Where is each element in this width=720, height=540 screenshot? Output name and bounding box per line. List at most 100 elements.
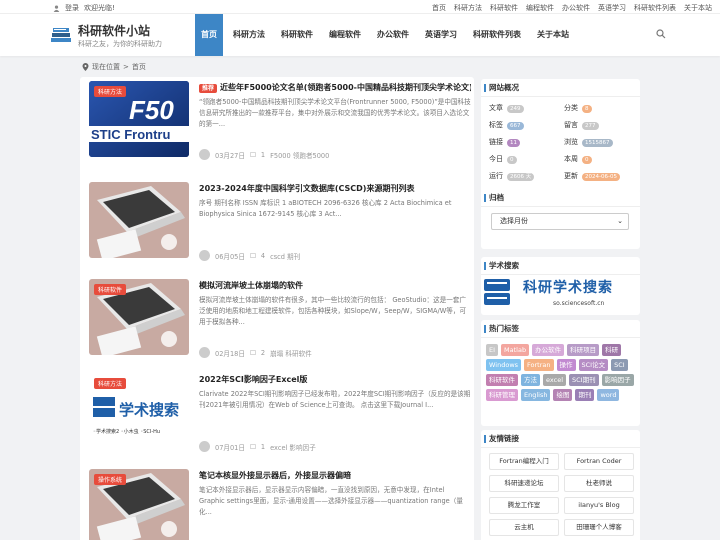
nav-item[interactable]: 编程软件 xyxy=(323,14,367,56)
category-badge[interactable]: 科研软件 xyxy=(94,284,127,295)
post-meta: 03月27日 ☐ 1 F5000 领跑者5000 xyxy=(199,149,329,160)
nav-item[interactable]: 英语学习 xyxy=(419,14,463,56)
post-title[interactable]: 2022年SCI影响因子Excel版 xyxy=(199,374,471,385)
search-banner-text[interactable]: 科研学术搜索 xyxy=(523,277,613,297)
tag-link[interactable]: Matlab xyxy=(501,344,530,356)
tag-link[interactable]: word xyxy=(597,389,620,401)
tag-link[interactable]: 影响因子 xyxy=(601,374,634,386)
nav-item[interactable]: 科研方法 xyxy=(227,14,271,56)
friend-link[interactable]: 腾龙工作室 xyxy=(489,497,559,514)
post-item: 学术搜索 ◦学术搜索2 ◦小木虫 ◦SCI-Hu 科研方法 2022年SCI影响因子E… xyxy=(89,373,471,461)
tag-link[interactable]: 操作 xyxy=(556,359,576,371)
tag-link[interactable]: SCI xyxy=(611,359,628,371)
nav-item[interactable]: 首页 xyxy=(195,14,223,56)
post-tags[interactable]: F5000 领跑者5000 xyxy=(270,150,329,160)
friend-link[interactable]: Fortran编程入门 xyxy=(489,453,559,470)
tag-link[interactable]: 科研软件 xyxy=(486,374,518,386)
friend-link[interactable]: 杜老师说 xyxy=(564,475,634,492)
site-title[interactable]: 科研软件小站 xyxy=(78,22,150,39)
site-header: 科研软件小站 科研之友，为你的科研助力 首页 科研方法 科研软件 编程软件 办公软件 英语… xyxy=(0,14,720,56)
top-link[interactable]: 英语学习 xyxy=(598,3,626,13)
stat-item: 本周 0 xyxy=(564,154,592,164)
category-badge[interactable]: 科研方法 xyxy=(94,378,127,389)
search-icon[interactable] xyxy=(656,29,666,39)
friend-link[interactable]: 田珊珊个人博客 xyxy=(564,519,634,536)
top-link[interactable]: 科研软件 xyxy=(490,3,518,13)
comment-icon: ☐ xyxy=(249,150,256,159)
tag-link[interactable]: SCI论文 xyxy=(578,359,609,371)
stat-value: 0 xyxy=(582,156,592,164)
main-nav: 首页 科研方法 科研软件 编程软件 办公软件 英语学习 科研软件列表 关于本站 xyxy=(195,14,579,56)
comment-count[interactable]: 4 xyxy=(261,252,265,260)
tag-link[interactable]: English xyxy=(521,389,551,401)
widget-links: 友情链接 Fortran编程入门 Fortran Coder 科研速递论坛 杜老师说腾… xyxy=(481,430,640,540)
comment-count[interactable]: 1 xyxy=(261,151,265,159)
avatar xyxy=(199,347,210,358)
top-link[interactable]: 编程软件 xyxy=(526,3,554,13)
stat-value: 2606 天 xyxy=(507,173,535,181)
widget-title: 热门标签 xyxy=(481,320,640,338)
friend-link[interactable]: 云主机 xyxy=(489,519,559,536)
breadcrumb-home[interactable]: 首页 xyxy=(132,62,146,72)
top-link[interactable]: 科研方法 xyxy=(454,3,482,13)
comment-count[interactable]: 1 xyxy=(261,443,265,451)
tag-link[interactable]: 绘图 xyxy=(553,389,573,401)
stat-item: 链接 11 xyxy=(489,137,520,147)
location-icon xyxy=(82,63,89,71)
friend-link[interactable]: 科研速递论坛 xyxy=(489,475,559,492)
comment-count[interactable]: 2 xyxy=(261,349,265,357)
tag-link[interactable]: 科研 xyxy=(602,344,622,356)
post-tags[interactable]: cscd 期刊 xyxy=(270,251,300,261)
tag-link[interactable]: 办公软件 xyxy=(532,344,565,356)
comment-icon: ☐ xyxy=(249,348,256,357)
nav-item[interactable]: 科研软件 xyxy=(275,14,319,56)
post-thumbnail[interactable]: 学术搜索 ◦学术搜索2 ◦小木虫 ◦SCI-Hu 科研方法 xyxy=(89,373,189,449)
post-tags[interactable]: 崩塌 科研软件 xyxy=(270,348,312,358)
top-link[interactable]: 关于本站 xyxy=(684,3,712,13)
post-title[interactable]: 推荐 近些年F5000论文名单(领跑者5000-中国精品科技期刊顶尖学术论文) xyxy=(199,82,471,93)
nav-item[interactable]: 办公软件 xyxy=(371,14,415,56)
post-title[interactable]: 模拟河流岸坡土体崩塌的软件 xyxy=(199,280,471,291)
post-tags[interactable]: excel 影响因子 xyxy=(270,442,316,452)
avatar xyxy=(199,149,210,160)
nav-item[interactable]: 关于本站 xyxy=(531,14,575,56)
tag-link[interactable]: SCI期刊 xyxy=(569,374,599,386)
recommend-badge: 推荐 xyxy=(199,84,218,93)
post-thumbnail[interactable]: F50 STIC Frontru 科研方法 xyxy=(89,81,189,157)
tag-link[interactable]: 科研管理 xyxy=(486,389,518,401)
friend-link[interactable]: iIanyu's Blog xyxy=(564,497,634,514)
top-link[interactable]: 办公软件 xyxy=(562,3,590,13)
archive-select[interactable]: 选择月份 ⌄ xyxy=(491,213,629,230)
login-link[interactable]: 登录 xyxy=(65,3,79,13)
stat-value: 11 xyxy=(507,139,520,147)
category-badge[interactable]: 操作系统 xyxy=(94,474,127,485)
category-badge[interactable]: 科研方法 xyxy=(94,86,127,97)
post-thumbnail[interactable]: 科研软件 xyxy=(89,279,189,355)
site-subtitle: 科研之友，为你的科研助力 xyxy=(78,40,162,48)
top-link[interactable]: 科研软件列表 xyxy=(634,3,676,13)
tag-link[interactable]: 方法 xyxy=(521,374,540,386)
post-item: 2023-2024年度中国科学引文数据库(CSCD)来源期刊列表 序号 期刊名称 … xyxy=(89,182,469,270)
post-title[interactable]: 2023-2024年度中国科学引文数据库(CSCD)来源期刊列表 xyxy=(199,183,471,194)
widget-search: 学术搜索 科研学术搜索 so.sciencesoft.cn xyxy=(481,257,640,315)
stat-item: 文章 249 xyxy=(489,103,524,113)
globe-icon xyxy=(484,279,510,305)
tag-link[interactable]: 科研项目 xyxy=(567,344,600,356)
tag-link[interactable]: Windows xyxy=(486,359,522,371)
books-logo-icon[interactable] xyxy=(50,26,72,44)
nav-item[interactable]: 科研软件列表 xyxy=(467,14,527,56)
post-title[interactable]: 笔记本核显外接显示器后，外接显示器偏暗 xyxy=(199,470,471,481)
stat-label: 更新 xyxy=(564,172,578,180)
tag-link[interactable]: Fortran xyxy=(524,359,554,371)
comment-icon: ☐ xyxy=(249,251,256,260)
tag-link[interactable]: EI xyxy=(486,344,499,356)
svg-text:◦学术搜索2 ◦小木虫 ◦SCI-Hu: ◦学术搜索2 ◦小木虫 ◦SCI-Hu xyxy=(93,428,160,435)
post-thumbnail[interactable]: 操作系统 xyxy=(89,469,189,540)
tag-link[interactable]: excel xyxy=(543,374,566,386)
stat-label: 分类 xyxy=(564,104,578,112)
friend-link[interactable]: Fortran Coder xyxy=(564,453,634,470)
widget-archive: 归档 选择月份 ⌄ xyxy=(481,189,640,249)
tag-link[interactable]: 期刊 xyxy=(575,389,595,401)
post-thumbnail[interactable] xyxy=(89,182,189,258)
top-link[interactable]: 首页 xyxy=(432,3,446,13)
